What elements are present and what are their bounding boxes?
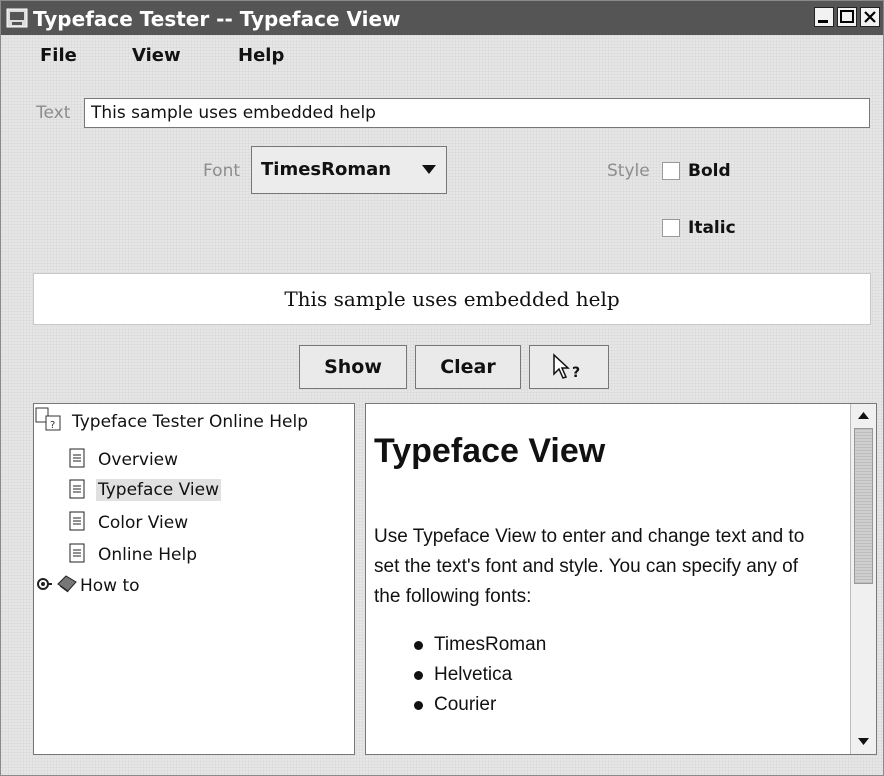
minimize-button[interactable] (814, 7, 834, 27)
preview-panel: This sample uses embedded help (33, 273, 871, 325)
scroll-up-icon[interactable] (854, 407, 873, 425)
clear-button[interactable]: Clear (415, 345, 521, 389)
tree-root-label[interactable]: Typeface Tester Online Help (72, 412, 308, 432)
scrollbar-thumb[interactable] (854, 428, 873, 584)
font-combobox[interactable]: TimesRoman (251, 146, 447, 194)
show-button[interactable]: Show (299, 345, 407, 389)
help-paragraph: Use Typeface View to enter and change te… (374, 526, 805, 607)
minimize-icon (818, 20, 828, 23)
title-bar[interactable]: Typeface Tester -- Typeface View (1, 1, 883, 35)
tree-item-online-help[interactable]: Online Help (98, 545, 197, 565)
document-icon (69, 543, 85, 563)
font-label: Font (203, 161, 241, 181)
document-icon (69, 479, 85, 499)
italic-label: Italic (688, 218, 736, 238)
app-icon (6, 8, 28, 28)
vertical-scrollbar[interactable] (850, 404, 876, 754)
bold-label: Bold (688, 161, 731, 181)
tree-item-typeface-view[interactable]: Typeface View (96, 479, 222, 501)
font-list: TimesRoman Helvetica Courier (412, 630, 546, 720)
svg-text:?: ? (50, 420, 55, 431)
close-button[interactable] (860, 7, 880, 27)
context-help-glyph: ? (572, 365, 580, 381)
context-help-button[interactable]: ? (529, 345, 609, 389)
window-title: Typeface Tester -- Typeface View (33, 7, 401, 31)
help-navigator-tree: ? Typeface Tester Online Help Overview T… (33, 403, 355, 755)
list-item: Courier (412, 690, 546, 720)
maximize-icon (840, 10, 854, 23)
tree-item-color-view[interactable]: Color View (98, 513, 188, 533)
help-heading: Typeface View (374, 432, 606, 470)
menu-bar: File View Help (1, 36, 883, 76)
italic-checkbox[interactable] (662, 219, 680, 237)
text-label: Text (36, 103, 71, 123)
menu-file[interactable]: File (40, 45, 77, 66)
preview-text: This sample uses embedded help (284, 287, 620, 311)
close-icon (864, 11, 876, 23)
font-selected-value: TimesRoman (261, 159, 392, 180)
chevron-down-icon (422, 165, 436, 174)
menu-help[interactable]: Help (238, 45, 284, 66)
style-label: Style (607, 161, 650, 181)
tree-item-typeface-view-label: Typeface View (96, 479, 222, 501)
maximize-button[interactable] (837, 7, 857, 27)
tree-item-how-to[interactable]: How to (80, 576, 140, 596)
book-folder-icon (57, 575, 77, 593)
scroll-down-icon[interactable] (854, 732, 873, 750)
list-item: Helvetica (412, 660, 546, 690)
document-icon (69, 448, 85, 468)
tree-item-overview[interactable]: Overview (98, 450, 178, 470)
document-icon (69, 511, 85, 531)
application-window: Typeface Tester -- Typeface View File Vi… (0, 0, 884, 776)
text-input[interactable] (84, 98, 870, 128)
context-help-cursor-icon: ? (553, 353, 580, 381)
menu-view[interactable]: View (132, 45, 181, 66)
list-item: TimesRoman (412, 630, 546, 660)
help-content-pane: Typeface View Use Typeface View to enter… (365, 403, 877, 755)
bold-checkbox[interactable] (662, 162, 680, 180)
help-book-icon: ? (35, 407, 61, 431)
